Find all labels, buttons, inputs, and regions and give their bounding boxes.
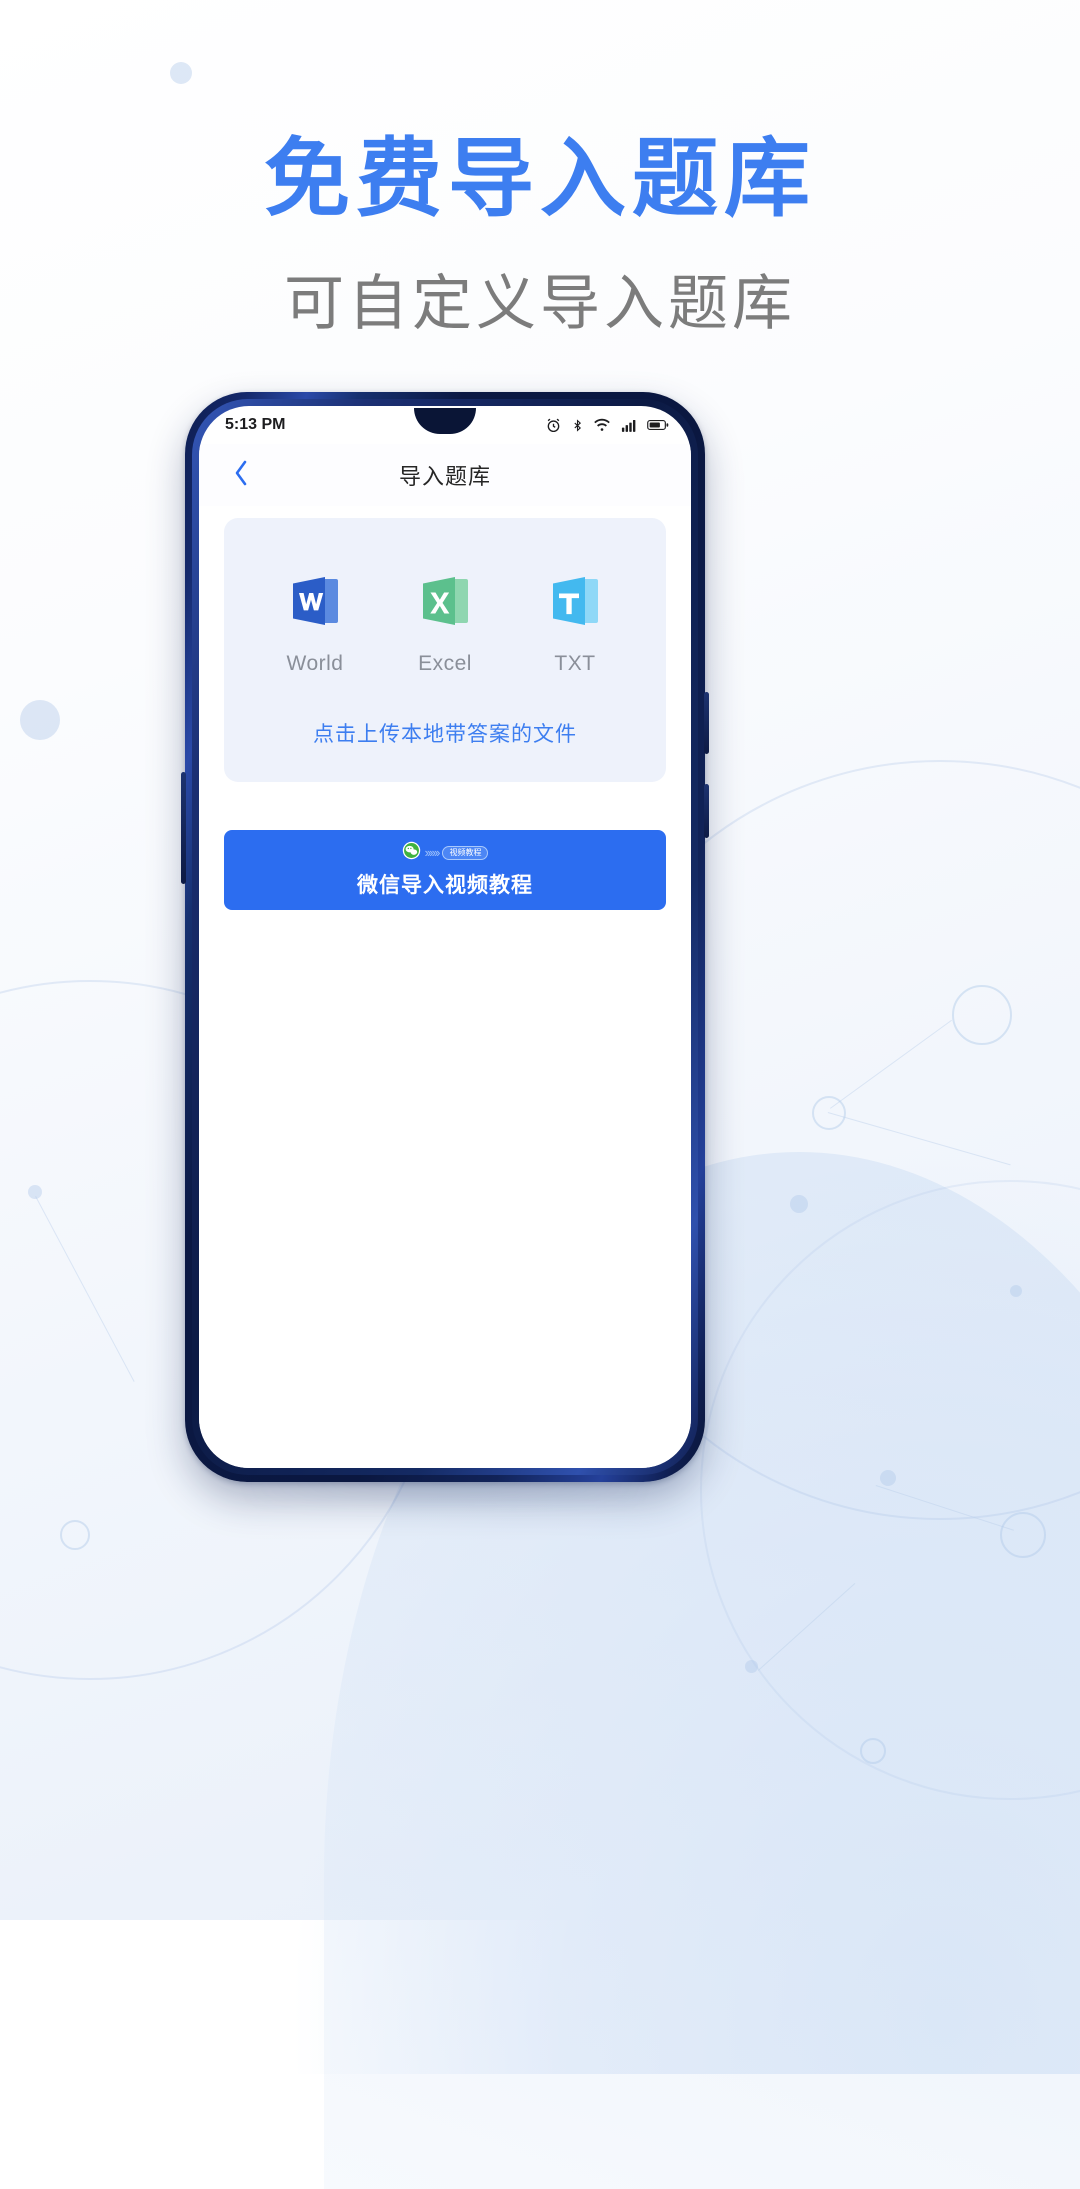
phone-notch: [403, 406, 487, 436]
phone-volume-button[interactable]: [181, 772, 186, 884]
wechat-tutorial-label: 微信导入视频教程: [357, 873, 533, 897]
phone-volume-up-button[interactable]: [704, 784, 709, 838]
battery-icon: [647, 418, 669, 432]
background-dot: [20, 700, 60, 740]
file-type-word[interactable]: World: [280, 566, 350, 676]
file-type-row: World Excel TXT: [224, 566, 666, 676]
background-ring: [1000, 1512, 1046, 1558]
background-ring: [952, 985, 1012, 1045]
page-title: 免费导入题库: [264, 131, 816, 227]
word-file-icon: [280, 566, 350, 636]
wechat-icon: [402, 841, 421, 865]
wechat-badge-strip: ›››››› 视频教程: [402, 841, 489, 865]
import-card: World Excel TXT 点击上传本地带答案的文件: [224, 518, 666, 782]
back-button[interactable]: [221, 455, 261, 495]
file-type-label: Excel: [418, 652, 472, 675]
video-icon: 视频教程: [442, 845, 489, 860]
txt-file-icon: [540, 566, 610, 636]
cellular-signal-icon: [620, 417, 638, 434]
navigation-bar: 导入题库: [199, 444, 691, 506]
phone-screen: 5:13 PM 导入题库 World Excel TXT 点击上传本地带答案的文…: [199, 406, 691, 1468]
phone-mockup: 5:13 PM 导入题库 World Excel TXT 点击上传本地带答案的文…: [169, 378, 721, 1504]
notch-camera-cutout: [414, 408, 476, 434]
page-subtitle: 可自定义导入题库: [284, 271, 796, 337]
file-type-txt[interactable]: TXT: [540, 566, 610, 676]
poster-headings: 免费导入题库 可自定义导入题库: [0, 0, 1080, 334]
wechat-tutorial-button[interactable]: ›››››› 视频教程 微信导入视频教程: [224, 830, 666, 910]
background-dot: [880, 1470, 896, 1486]
background-dot: [1010, 1285, 1022, 1297]
bluetooth-icon: [571, 417, 584, 434]
upload-file-link[interactable]: 点击上传本地带答案的文件: [224, 718, 666, 748]
wifi-icon: [593, 417, 611, 434]
status-bar-time: 5:13 PM: [225, 416, 286, 433]
background-dot: [790, 1195, 808, 1213]
status-bar-icons: [545, 417, 669, 434]
screen-title: 导入题库: [398, 464, 491, 489]
background-ring: [60, 1520, 90, 1550]
file-type-excel[interactable]: Excel: [410, 566, 480, 676]
file-type-label: TXT: [554, 652, 596, 675]
screen-content: World Excel TXT 点击上传本地带答案的文件 ›››››› 视频教程…: [199, 518, 691, 1468]
arrows-icon: ››››››: [424, 845, 441, 860]
excel-file-icon: [410, 566, 480, 636]
chevron-left-icon: [231, 458, 251, 493]
background-ring: [860, 1738, 886, 1764]
phone-power-button[interactable]: [704, 692, 709, 754]
alarm-icon: [545, 417, 562, 434]
background-dot: [745, 1660, 758, 1673]
file-type-label: World: [286, 652, 344, 675]
